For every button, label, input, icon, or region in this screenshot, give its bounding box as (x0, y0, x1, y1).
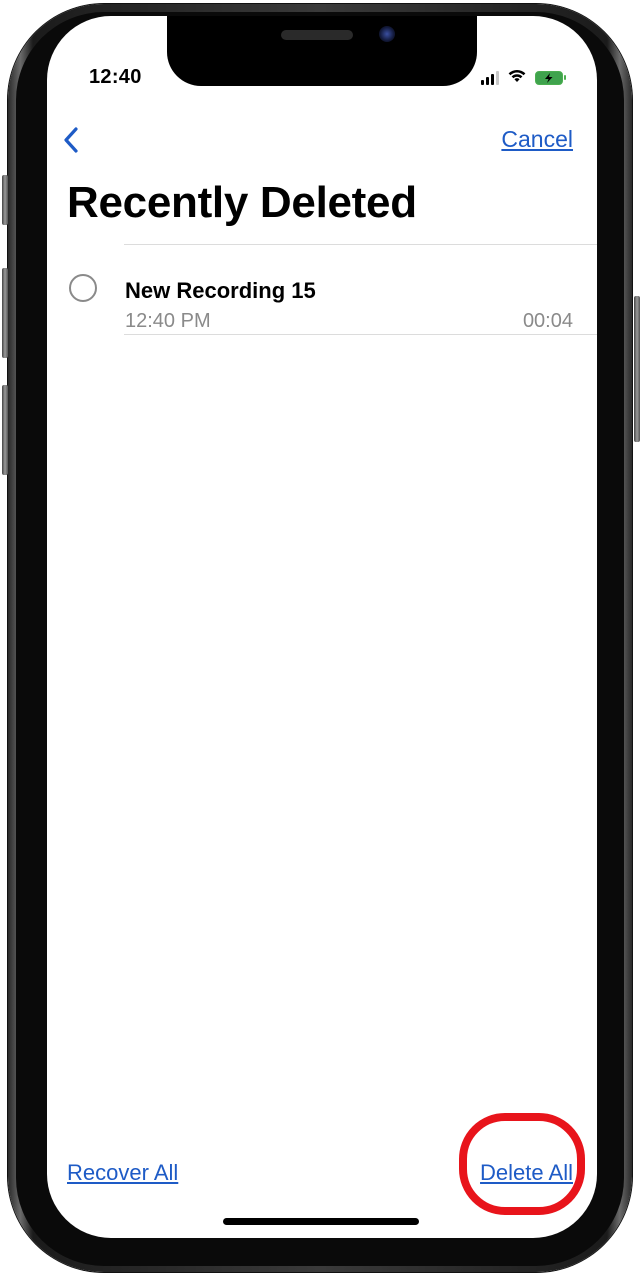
battery-charging-icon (535, 71, 566, 85)
page-title: Recently Deleted (67, 178, 417, 227)
notch (167, 16, 477, 86)
delete-all-button[interactable]: Delete All (480, 1160, 573, 1186)
cancel-button[interactable]: Cancel (501, 126, 573, 153)
back-button[interactable] (57, 124, 87, 156)
front-camera (379, 26, 395, 42)
recover-all-button[interactable]: Recover All (67, 1160, 178, 1186)
wifi-icon (507, 68, 527, 88)
phone-screen: 12:40 Cancel Recently Deleted New Record… (47, 16, 597, 1238)
speaker-grille (281, 30, 353, 40)
list-divider-bottom (124, 334, 597, 335)
recording-title: New Recording 15 (125, 278, 316, 303)
volume-down-button (2, 385, 8, 475)
recording-time: 12:40 PM (125, 310, 211, 332)
mute-switch (2, 175, 8, 225)
chevron-left-icon (64, 127, 78, 153)
recording-duration: 00:04 (522, 310, 573, 332)
status-icons (481, 68, 566, 88)
select-radio[interactable] (69, 274, 97, 302)
signal-icon (481, 71, 499, 85)
home-indicator[interactable] (223, 1218, 419, 1225)
list-divider-top (124, 244, 597, 245)
volume-up-button (2, 268, 8, 358)
status-time: 12:40 (89, 66, 142, 88)
power-button (634, 296, 640, 442)
